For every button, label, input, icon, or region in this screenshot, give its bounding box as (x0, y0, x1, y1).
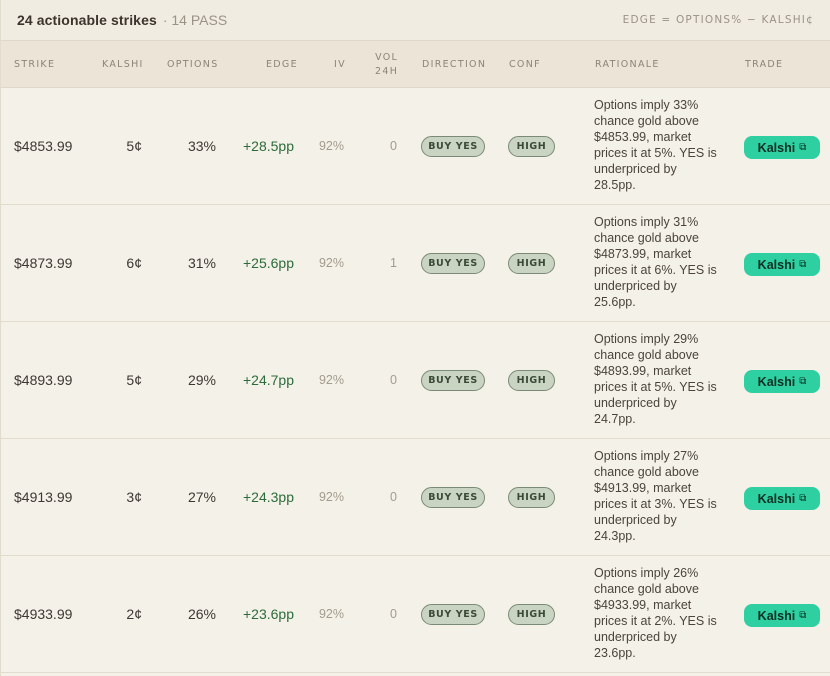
volume-24h: 0 (390, 139, 397, 153)
col-rationale[interactable]: RATIONALE (595, 41, 660, 88)
iv-value: 92% (318, 256, 344, 270)
strike-value: $4913.99 (14, 489, 73, 505)
edge-value: +28.5pp (243, 138, 294, 154)
kalshi-price: 6¢ (126, 255, 142, 271)
kalshi-trade-button[interactable]: Kalshi ⧉ (744, 487, 820, 510)
external-link-icon: ⧉ (799, 493, 807, 504)
edge-value: +23.6pp (243, 606, 294, 622)
iv-value: 92% (318, 139, 344, 153)
col-conf[interactable]: CONF (509, 41, 541, 88)
strikes-panel: 24 actionable strikes · 14 PASS EDGE = O… (0, 0, 830, 676)
options-probability: 27% (187, 489, 216, 505)
panel-title: 24 actionable strikes (17, 12, 157, 28)
kalshi-trade-button[interactable]: Kalshi ⧉ (744, 136, 820, 159)
direction-badge: BUY YES (421, 487, 485, 508)
table-row: $4913.99 3¢ 27% +24.3pp 92% 0 BUY YES HI… (1, 439, 830, 556)
col-iv[interactable]: IV (334, 41, 346, 88)
iv-value: 92% (318, 373, 344, 387)
rationale-text: Options imply 27% chance gold above $491… (594, 449, 717, 543)
confidence-badge: HIGH (508, 253, 555, 274)
kalshi-trade-button[interactable]: Kalshi ⧉ (744, 370, 820, 393)
external-link-icon: ⧉ (799, 610, 807, 621)
confidence-badge: HIGH (508, 370, 555, 391)
col-strike[interactable]: STRIKE (14, 41, 55, 88)
confidence-badge: HIGH (508, 604, 555, 625)
kalshi-trade-button[interactable]: Kalshi ⧉ (744, 604, 820, 627)
trade-button-label: Kalshi (757, 491, 796, 506)
strike-value: $4933.99 (14, 606, 73, 622)
direction-badge: BUY YES (421, 253, 485, 274)
table-row: $4893.99 5¢ 29% +24.7pp 92% 0 BUY YES HI… (1, 322, 830, 439)
edge-formula: EDGE = OPTIONS% − KALSHI¢ (622, 14, 814, 26)
external-link-icon: ⧉ (799, 259, 807, 270)
col-trade[interactable]: TRADE (745, 41, 783, 88)
volume-24h: 0 (390, 490, 397, 504)
volume-24h: 1 (390, 256, 397, 270)
options-probability: 29% (187, 372, 216, 388)
direction-badge: BUY YES (421, 370, 485, 391)
trade-button-label: Kalshi (757, 608, 796, 623)
rationale-text: Options imply 26% chance gold above $493… (594, 566, 717, 660)
options-probability: 31% (187, 255, 216, 271)
col-options[interactable]: OPTIONS (167, 41, 219, 88)
strike-value: $4873.99 (14, 255, 73, 271)
strike-value: $4853.99 (14, 138, 73, 154)
rationale-text: Options imply 31% chance gold above $487… (594, 215, 717, 309)
pass-count: · 14 PASS (162, 12, 228, 28)
col-vol-line2: 24H (375, 65, 399, 77)
rationale-text: Options imply 33% chance gold above $485… (594, 98, 717, 192)
kalshi-price: 3¢ (126, 489, 142, 505)
table-row: $4933.99 2¢ 26% +23.6pp 92% 0 BUY YES HI… (1, 556, 830, 673)
strike-value: $4893.99 (14, 372, 73, 388)
direction-badge: BUY YES (421, 136, 485, 157)
col-vol[interactable]: VOL 24H (375, 41, 398, 88)
rationale-text: Options imply 29% chance gold above $489… (594, 332, 717, 426)
volume-24h: 0 (390, 607, 397, 621)
external-link-icon: ⧉ (799, 142, 807, 153)
edge-value: +24.3pp (243, 489, 294, 505)
iv-value: 92% (318, 607, 344, 621)
kalshi-price: 5¢ (126, 372, 142, 388)
kalshi-trade-button[interactable]: Kalshi ⧉ (744, 253, 820, 276)
iv-value: 92% (318, 490, 344, 504)
volume-24h: 0 (390, 373, 397, 387)
col-edge[interactable]: EDGE (266, 41, 298, 88)
panel-header: 24 actionable strikes · 14 PASS EDGE = O… (1, 0, 830, 41)
kalshi-price: 5¢ (126, 138, 142, 154)
trade-button-label: Kalshi (757, 140, 796, 155)
external-link-icon: ⧉ (799, 376, 807, 387)
edge-value: +24.7pp (243, 372, 294, 388)
direction-badge: BUY YES (421, 604, 485, 625)
confidence-badge: HIGH (508, 136, 555, 157)
confidence-badge: HIGH (508, 487, 555, 508)
col-vol-line1: VOL (375, 51, 399, 63)
table-row: $4873.99 6¢ 31% +25.6pp 92% 1 BUY YES HI… (1, 205, 830, 322)
table-body: $4853.99 5¢ 33% +28.5pp 92% 0 BUY YES HI… (1, 88, 830, 673)
options-probability: 33% (187, 138, 216, 154)
options-probability: 26% (187, 606, 216, 622)
trade-button-label: Kalshi (757, 257, 796, 272)
table-row: $4853.99 5¢ 33% +28.5pp 92% 0 BUY YES HI… (1, 88, 830, 205)
kalshi-price: 2¢ (126, 606, 142, 622)
trade-button-label: Kalshi (757, 374, 796, 389)
table-header: STRIKE KALSHI OPTIONS EDGE IV VOL 24H DI… (1, 41, 830, 88)
edge-value: +25.6pp (243, 255, 294, 271)
col-kalshi[interactable]: KALSHI (102, 41, 144, 88)
col-direction[interactable]: DIRECTION (422, 41, 486, 88)
